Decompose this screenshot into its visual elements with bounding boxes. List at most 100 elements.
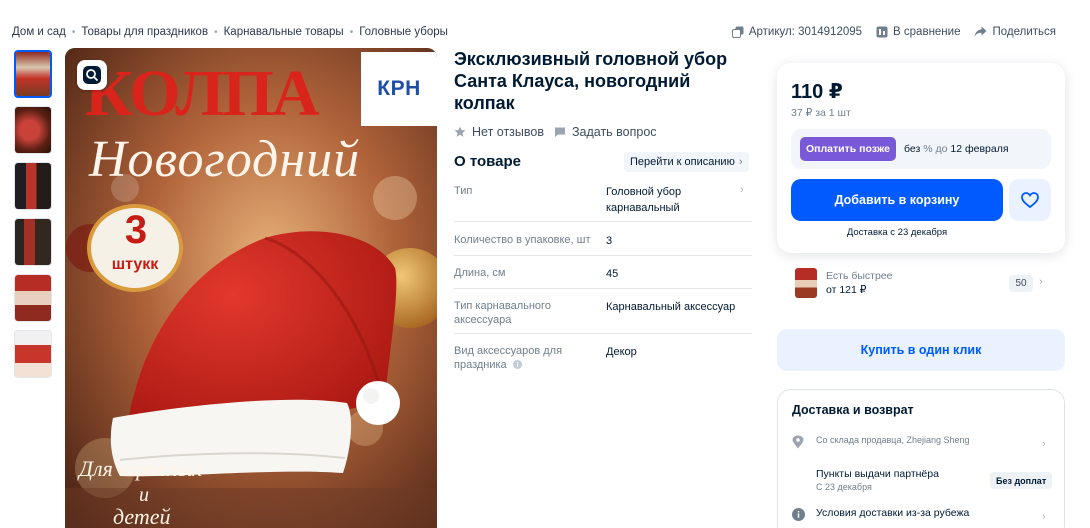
heart-icon [1021, 192, 1039, 208]
spec-row: Тип карнавального аксессуара Карнавальны… [454, 289, 752, 334]
thumbnail-4[interactable] [14, 218, 52, 266]
delivery-date: Доставка с 23 декабря [846, 227, 948, 238]
breadcrumb-item-headwear[interactable]: Головные уборы [359, 26, 448, 38]
buy-box: 110 ₽ 37 ₽ за 1 шт Оплатить позже без % … [777, 63, 1065, 253]
image-count-number: 3 [124, 208, 148, 252]
product-title: Эксклюзивный головной убор Санта Клауса,… [454, 49, 728, 113]
spec-value: Карнавальный аксессуар [606, 301, 736, 313]
star-icon [454, 126, 466, 137]
breadcrumb-separator: • [349, 26, 354, 38]
pay-later-date: 12 февраля [950, 143, 1009, 155]
image-bottom-line3: детей [113, 504, 171, 528]
spec-key: Вид аксессуаров для праздника [454, 344, 606, 374]
compare-label: В сравнение [893, 26, 961, 38]
buy-one-click-button[interactable]: Купить в один клик [777, 329, 1065, 371]
breadcrumb-separator: • [71, 26, 76, 38]
image-bottom-line1: Для взрослых [79, 456, 203, 481]
thumbnail-3[interactable] [14, 162, 52, 210]
thumbnail-image [15, 163, 51, 209]
spec-row: Вид аксессуаров для праздника Декор [454, 334, 752, 374]
breadcrumb-separator: • [214, 26, 218, 38]
goto-description-button[interactable]: Перейти к описанию › [624, 152, 749, 172]
thumbnail-image [15, 331, 51, 377]
product-meta: Нет отзывов Задать вопрос [454, 125, 657, 139]
reviews-label: Нет отзывов [472, 125, 544, 139]
spec-key: Количество в упаковке, шт [454, 234, 591, 246]
spec-value: Декор [606, 346, 637, 358]
copy-icon [731, 26, 744, 38]
faster-offer[interactable]: Есть быстрее от 121 ₽ 50 › [777, 263, 1065, 303]
spec-row: Количество в упаковке, шт 3 [454, 222, 752, 256]
image-title-line1: КОЛПА [85, 57, 319, 130]
zoom-button[interactable] [77, 60, 107, 90]
info-icon [792, 507, 808, 526]
chevron-right-icon: › [1039, 276, 1043, 288]
magnifier-icon [83, 66, 101, 84]
pay-later-middle: % до [923, 143, 948, 155]
chevron-right-icon: › [1042, 511, 1046, 523]
warehouse-text: Со склада продавца, Zhejiang Sheng [816, 434, 1042, 447]
breadcrumb-item-holiday-goods[interactable]: Товары для праздников [81, 26, 208, 38]
pay-later-banner[interactable]: Оплатить позже без % до 12 февраля [791, 129, 1051, 169]
brand-logo: КРН [361, 52, 437, 126]
main-product-image[interactable]: КОЛПА Новогодний 3 штукк Для взрослых и … [65, 48, 437, 528]
image-title-line2: Новогодний [89, 131, 361, 188]
image-count-unit: штукк [111, 256, 159, 273]
price: 110 ₽ [791, 81, 843, 103]
faster-label: Есть быстрее [826, 270, 893, 282]
chevron-right-icon: › [740, 184, 744, 196]
thumbnail-5[interactable] [14, 274, 52, 322]
thumbnail-list [14, 50, 54, 386]
about-section-title: О товаре [454, 153, 522, 170]
chat-icon [554, 127, 565, 137]
spec-key-text: Вид аксессуаров для праздника [454, 345, 563, 371]
article-number[interactable]: Артикул: 3014912095 [731, 26, 863, 38]
compare-button[interactable]: В сравнение [876, 26, 960, 38]
abroad-delivery-row[interactable]: Условия доставки из-за рубежа › [792, 507, 1054, 526]
no-extra-charge-badge: Без доплат [990, 472, 1053, 489]
spec-row: Тип Головной убор карнавальный › [454, 178, 752, 222]
spec-value[interactable]: Головной убор карнавальный [606, 184, 740, 221]
thumbnail-image [15, 219, 51, 265]
reviews-link[interactable]: Нет отзывов [454, 125, 544, 139]
faster-price: от 121 ₽ [826, 284, 867, 296]
ask-question-label: Задать вопрос [571, 125, 657, 139]
chevron-right-icon: › [1042, 438, 1046, 450]
spec-value: 45 [606, 268, 619, 280]
breadcrumb-item-carnival-goods[interactable]: Карнавальные товары [224, 26, 344, 38]
spec-value: 3 [606, 235, 613, 247]
offer-thumbnail-image [795, 268, 817, 298]
compare-icon [876, 26, 888, 38]
spec-key: Длина, см [454, 267, 506, 279]
delivery-card: Доставка и возврат Со склада продавца, Z… [777, 389, 1065, 528]
thumbnail-1[interactable] [14, 50, 52, 98]
product-actions: Артикул: 3014912095 В сравнение Поделить… [731, 26, 1056, 38]
abroad-delivery-label: Условия доставки из-за рубежа [816, 507, 970, 519]
thumbnail-2[interactable] [14, 106, 52, 154]
thumbnail-6[interactable] [14, 330, 52, 378]
chevron-right-icon: › [738, 156, 743, 168]
favorite-button[interactable] [1009, 179, 1051, 221]
share-label: Поделиться [992, 26, 1056, 38]
spec-key: Тип карнавального аксессуара [454, 300, 551, 326]
offers-count-badge: 50 [1009, 275, 1033, 292]
add-to-cart-button[interactable]: Добавить в корзину [791, 179, 1003, 221]
warehouse-sub: Со склада продавца, Zhejiang Sheng [816, 435, 970, 445]
breadcrumb-item-home-garden[interactable]: Дом и сад [12, 26, 66, 38]
share-button[interactable]: Поделиться [974, 26, 1056, 38]
info-icon[interactable] [512, 360, 522, 369]
spec-table: Тип Головной убор карнавальный › Количес… [454, 178, 752, 374]
thumbnail-image [16, 52, 50, 96]
share-icon [974, 26, 987, 37]
pay-later-text: без % до 12 февраля [904, 143, 1009, 155]
pay-later-prefix: без [903, 143, 921, 155]
goto-description-label: Перейти к описанию [630, 156, 735, 168]
spec-row: Длина, см 45 [454, 256, 752, 289]
ask-question-link[interactable]: Задать вопрос [554, 125, 657, 139]
pay-later-button[interactable]: Оплатить позже [800, 137, 896, 161]
warehouse-row[interactable]: Со склада продавца, Zhejiang Sheng › [792, 434, 1054, 454]
top-bar: Дом и сад • Товары для праздников • Карн… [0, 0, 1090, 48]
spec-key: Тип [454, 185, 473, 197]
thumbnail-image [15, 107, 51, 153]
article-number-text: Артикул: 3014912095 [748, 26, 863, 38]
